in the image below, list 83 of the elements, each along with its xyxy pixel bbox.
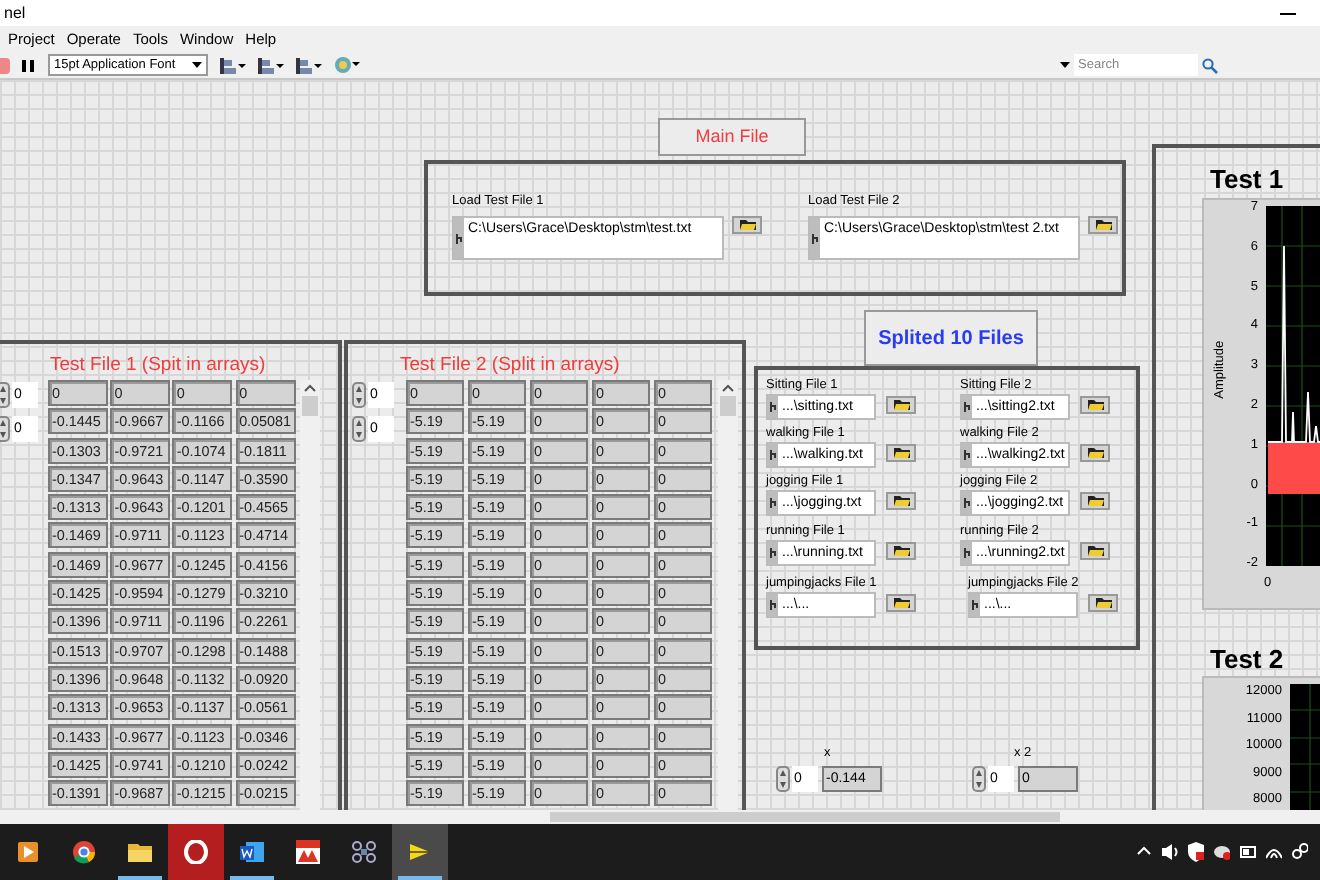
path-icon [972, 600, 978, 610]
chart-title: Test 1 [1210, 162, 1284, 198]
folder-icon [1087, 400, 1103, 410]
resize-objects-icon[interactable] [296, 57, 322, 73]
caret-icon [192, 61, 202, 69]
path-icon [770, 498, 776, 508]
spinner-control[interactable] [352, 382, 366, 408]
caret-icon[interactable] [1060, 61, 1070, 69]
logo-icon [296, 840, 320, 864]
browser-icon [72, 840, 96, 864]
folder-icon [1087, 496, 1103, 506]
folder-icon [128, 840, 152, 864]
folder-icon [1087, 546, 1103, 556]
pause-icon[interactable] [20, 57, 36, 73]
path-icon [964, 450, 970, 460]
path-icon [964, 498, 970, 508]
array-title: Test File 1 (Spit in arrays) [50, 352, 266, 380]
browse-button[interactable] [886, 542, 916, 560]
path-icon [770, 548, 776, 558]
shield-icon[interactable] [1188, 842, 1204, 862]
folder-icon [1095, 598, 1111, 608]
spinner-control[interactable] [352, 416, 366, 442]
taskbar-button[interactable] [168, 824, 224, 880]
folder-icon [893, 546, 909, 556]
document-icon [240, 840, 264, 864]
scrollbar[interactable] [299, 380, 320, 810]
align-objects-icon[interactable] [220, 57, 246, 73]
browse-button[interactable] [886, 396, 916, 414]
spinner-control[interactable] [0, 416, 10, 442]
taskbar-button[interactable] [392, 824, 448, 880]
path-icon [770, 600, 776, 610]
spinner-control[interactable] [776, 766, 790, 792]
browse-button[interactable] [1080, 492, 1110, 510]
folder-icon [739, 220, 755, 230]
chart-title: Test 2 [1210, 642, 1284, 678]
link-icon[interactable] [1292, 842, 1308, 862]
running-indicator [118, 876, 162, 880]
arrow-logo-icon [408, 840, 432, 864]
speaker-icon[interactable] [1162, 842, 1178, 862]
browse-button[interactable] [1080, 542, 1110, 560]
browse-button[interactable] [886, 492, 916, 510]
scroll-thumb[interactable] [301, 396, 318, 416]
spinner-control[interactable] [972, 766, 986, 792]
folder-icon [893, 448, 909, 458]
battery-icon[interactable] [1240, 842, 1256, 862]
browse-button[interactable] [1088, 216, 1118, 234]
browse-button[interactable] [1080, 444, 1110, 462]
scrollbar[interactable] [718, 380, 738, 810]
section-title: Splited 10 Files [864, 310, 1038, 366]
path-icon [812, 233, 818, 243]
browse-button[interactable] [732, 216, 762, 234]
path-icon [770, 450, 776, 460]
browse-button[interactable] [1088, 594, 1118, 612]
folder-icon [893, 598, 909, 608]
reorder-icon[interactable] [334, 56, 360, 74]
section-title: Main File [658, 118, 806, 156]
path-icon [770, 402, 776, 412]
scroll-thumb[interactable] [550, 812, 1060, 822]
path-icon [456, 233, 462, 243]
folder-icon [1087, 448, 1103, 458]
spinner-control[interactable] [0, 382, 10, 408]
scroll-up-icon[interactable] [722, 384, 734, 392]
folder-icon [893, 400, 909, 410]
scroll-thumb[interactable] [720, 396, 736, 416]
array-title: Test File 2 (Split in arrays) [400, 352, 620, 380]
running-indicator [398, 876, 442, 880]
browse-button[interactable] [1080, 396, 1110, 414]
folder-icon [1095, 220, 1111, 230]
running-indicator [230, 876, 274, 880]
path-icon [964, 548, 970, 558]
horizontal-scrollbar[interactable] [0, 810, 1320, 824]
ring-icon [184, 840, 208, 864]
media-player-icon [16, 840, 40, 864]
distribute-objects-icon[interactable] [258, 57, 284, 73]
browse-button[interactable] [886, 444, 916, 462]
path-icon [964, 402, 970, 412]
folder-icon [893, 496, 909, 506]
cloud-icon[interactable] [1214, 842, 1230, 862]
search-icon [1202, 57, 1218, 73]
drone-icon [352, 840, 376, 864]
browse-button[interactable] [886, 594, 916, 612]
scroll-up-icon[interactable] [303, 384, 316, 392]
window-title: nel [4, 1, 26, 25]
